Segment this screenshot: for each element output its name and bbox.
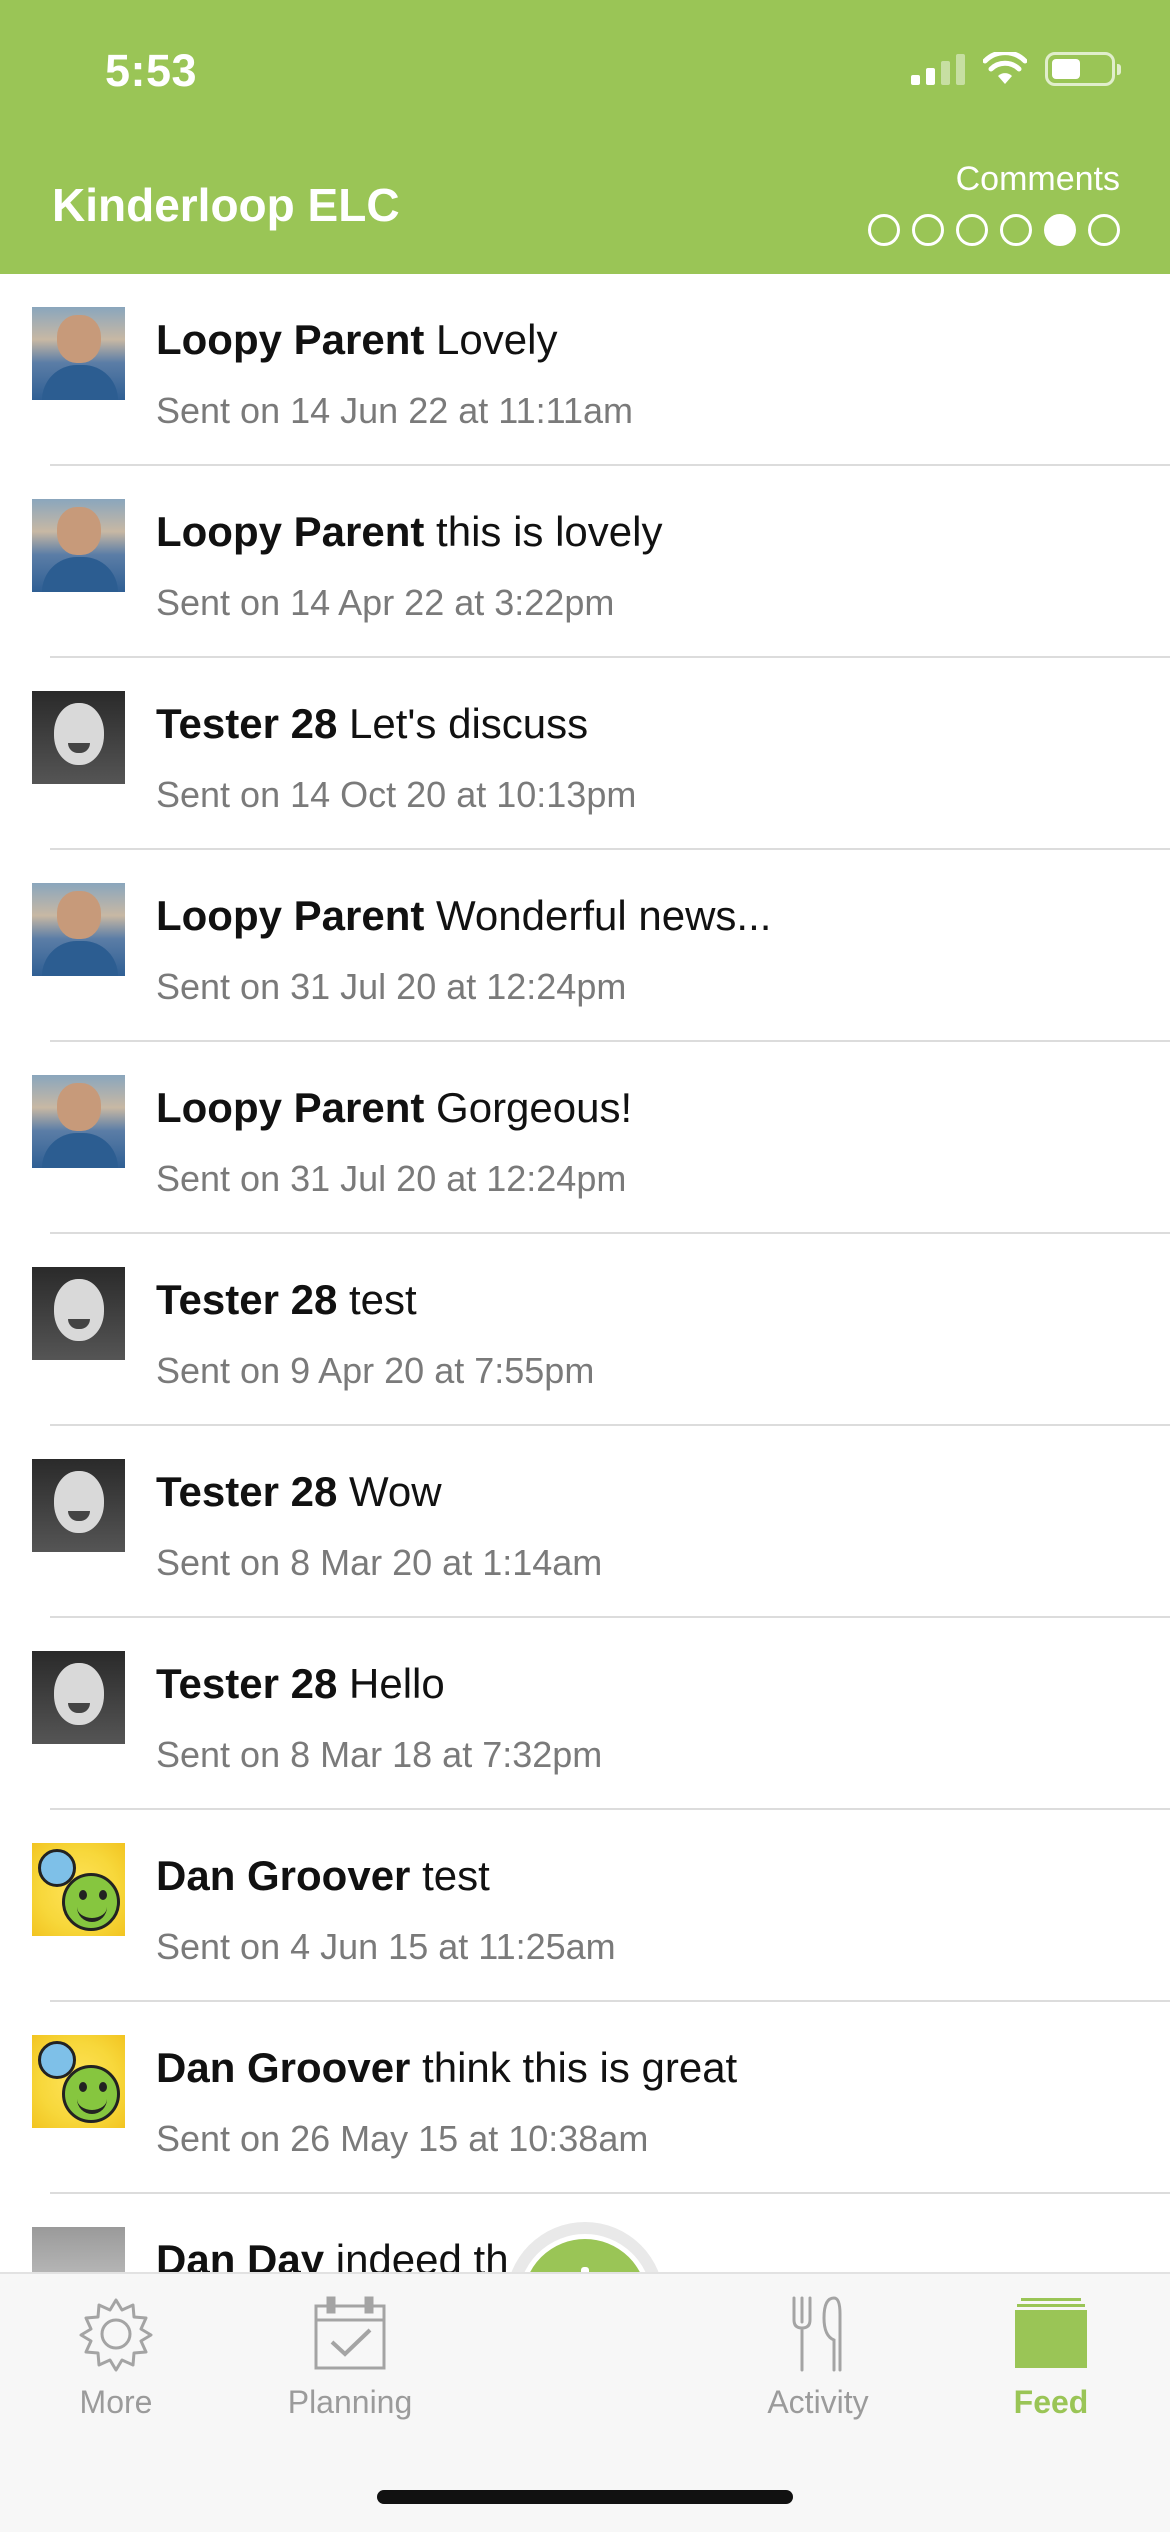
sent-timestamp: Sent on 9 Apr 20 at 7:55pm xyxy=(156,1350,595,1391)
avatar xyxy=(32,2035,125,2128)
page-indicator[interactable] xyxy=(868,214,1120,246)
page-dot xyxy=(868,214,900,246)
comment-body: Wonderful news... xyxy=(436,892,772,939)
comment-body: Hello xyxy=(349,1660,445,1707)
comment-row[interactable]: Dan Groover think this is great Sent on 2… xyxy=(0,2002,1170,2194)
avatar xyxy=(32,1651,125,1744)
commenter-name: Tester 28 xyxy=(156,1660,338,1707)
sent-timestamp: Sent on 4 Jun 15 at 11:25am xyxy=(156,1926,616,1967)
comment-text: Dan Groover test xyxy=(156,1852,490,1900)
avatar xyxy=(32,1075,125,1168)
commenter-name: Tester 28 xyxy=(156,1468,338,1515)
tab-more[interactable]: More xyxy=(16,2294,216,2421)
comment-text: Tester 28 Hello xyxy=(156,1660,445,1708)
tab-planning[interactable]: Planning xyxy=(250,2294,450,2421)
gear-icon xyxy=(79,2298,153,2372)
page-dot xyxy=(912,214,944,246)
page-dot xyxy=(1000,214,1032,246)
comment-row[interactable]: Loopy Parent this is lovely Sent on 14 Ap… xyxy=(0,466,1170,658)
avatar xyxy=(32,307,125,400)
comment-body: test xyxy=(422,1852,490,1899)
avatar xyxy=(32,1843,125,1936)
page-dot xyxy=(1044,214,1076,246)
wifi-icon xyxy=(983,52,1027,84)
comment-body: think this is great xyxy=(422,2044,738,2091)
comment-row[interactable]: Tester 28 Let's discuss Sent on 14 Oct 20… xyxy=(0,658,1170,850)
sent-timestamp: Sent on 31 Jul 20 at 12:24pm xyxy=(156,966,627,1007)
comment-body: Wow xyxy=(349,1468,442,1515)
comment-text: Dan Groover think this is great xyxy=(156,2044,737,2092)
comment-row[interactable]: Tester 28 Hello Sent on 8 Mar 18 at 7:32p… xyxy=(0,1618,1170,1810)
status-time: 5:53 xyxy=(105,45,198,96)
comments-list: Loopy Parent Lovely Sent on 14 Jun 22 at … xyxy=(0,274,1170,2386)
sent-timestamp: Sent on 14 Jun 22 at 11:11am xyxy=(156,390,634,431)
sent-timestamp: Sent on 14 Apr 22 at 3:22pm xyxy=(156,582,615,623)
comment-text: Tester 28 Let's discuss xyxy=(156,700,588,748)
commenter-name: Tester 28 xyxy=(156,1276,338,1323)
commenter-name: Loopy Parent xyxy=(156,316,425,363)
tab-activity[interactable]: Activity xyxy=(718,2294,918,2421)
cellular-signal-icon xyxy=(911,53,965,85)
comment-row[interactable]: Tester 28 Wow Sent on 8 Mar 20 at 1:14am xyxy=(0,1426,1170,1618)
comment-text: Tester 28 Wow xyxy=(156,1468,442,1516)
sent-timestamp: Sent on 31 Jul 20 at 12:24pm xyxy=(156,1158,627,1199)
commenter-name: Loopy Parent xyxy=(156,892,425,939)
commenter-name: Loopy Parent xyxy=(156,1084,425,1131)
comment-body: Lovely xyxy=(436,316,558,363)
avatar xyxy=(32,883,125,976)
comment-row[interactable]: Loopy Parent Lovely Sent on 14 Jun 22 at … xyxy=(0,274,1170,466)
sent-timestamp: Sent on 8 Mar 18 at 7:32pm xyxy=(156,1734,603,1775)
comment-body: this is lovely xyxy=(436,508,663,555)
avatar xyxy=(32,1459,125,1552)
section-label: Comments xyxy=(955,160,1120,198)
tab-feed[interactable]: Feed xyxy=(951,2294,1151,2421)
comment-row[interactable]: Loopy Parent Wonderful news... Sent on 31… xyxy=(0,850,1170,1042)
sent-timestamp: Sent on 14 Oct 20 at 10:13pm xyxy=(156,774,637,815)
sent-timestamp: Sent on 26 May 15 at 10:38am xyxy=(156,2118,649,2159)
fork-knife-icon xyxy=(792,2296,842,2372)
app-title: Kinderloop ELC xyxy=(52,179,400,231)
comment-text: Loopy Parent Lovely xyxy=(156,316,557,364)
commenter-name: Tester 28 xyxy=(156,700,338,747)
commenter-name: Loopy Parent xyxy=(156,508,425,555)
commenter-name: Dan Groover xyxy=(156,1852,411,1899)
comment-text: Loopy Parent this is lovely xyxy=(156,508,662,556)
status-icons xyxy=(911,52,1121,86)
comment-body: Gorgeous! xyxy=(436,1084,633,1131)
avatar xyxy=(32,691,125,784)
commenter-name: Dan Groover xyxy=(156,2044,411,2091)
calendar-check-icon xyxy=(314,2296,386,2370)
comment-body: Let's discuss xyxy=(349,700,589,747)
avatar xyxy=(32,499,125,592)
comment-row[interactable]: Tester 28 test Sent on 9 Apr 20 at 7:55pm xyxy=(0,1234,1170,1426)
page-dot xyxy=(1088,214,1120,246)
page-dot xyxy=(956,214,988,246)
comment-body: test xyxy=(349,1276,417,1323)
stack-icon xyxy=(1015,2298,1087,2368)
comment-text: Loopy Parent Wonderful news... xyxy=(156,892,771,940)
home-indicator xyxy=(377,2490,793,2504)
battery-icon xyxy=(1045,52,1121,86)
comment-row[interactable]: Dan Groover test Sent on 4 Jun 15 at 11:2… xyxy=(0,1810,1170,2002)
avatar xyxy=(32,1267,125,1360)
sent-timestamp: Sent on 8 Mar 20 at 1:14am xyxy=(156,1542,603,1583)
app-header: 5:53 Kinderloop ELC Comments xyxy=(0,0,1170,274)
comment-text: Tester 28 test xyxy=(156,1276,417,1324)
comment-row[interactable]: Loopy Parent Gorgeous! Sent on 31 Jul 20 … xyxy=(0,1042,1170,1234)
comment-text: Loopy Parent Gorgeous! xyxy=(156,1084,632,1132)
